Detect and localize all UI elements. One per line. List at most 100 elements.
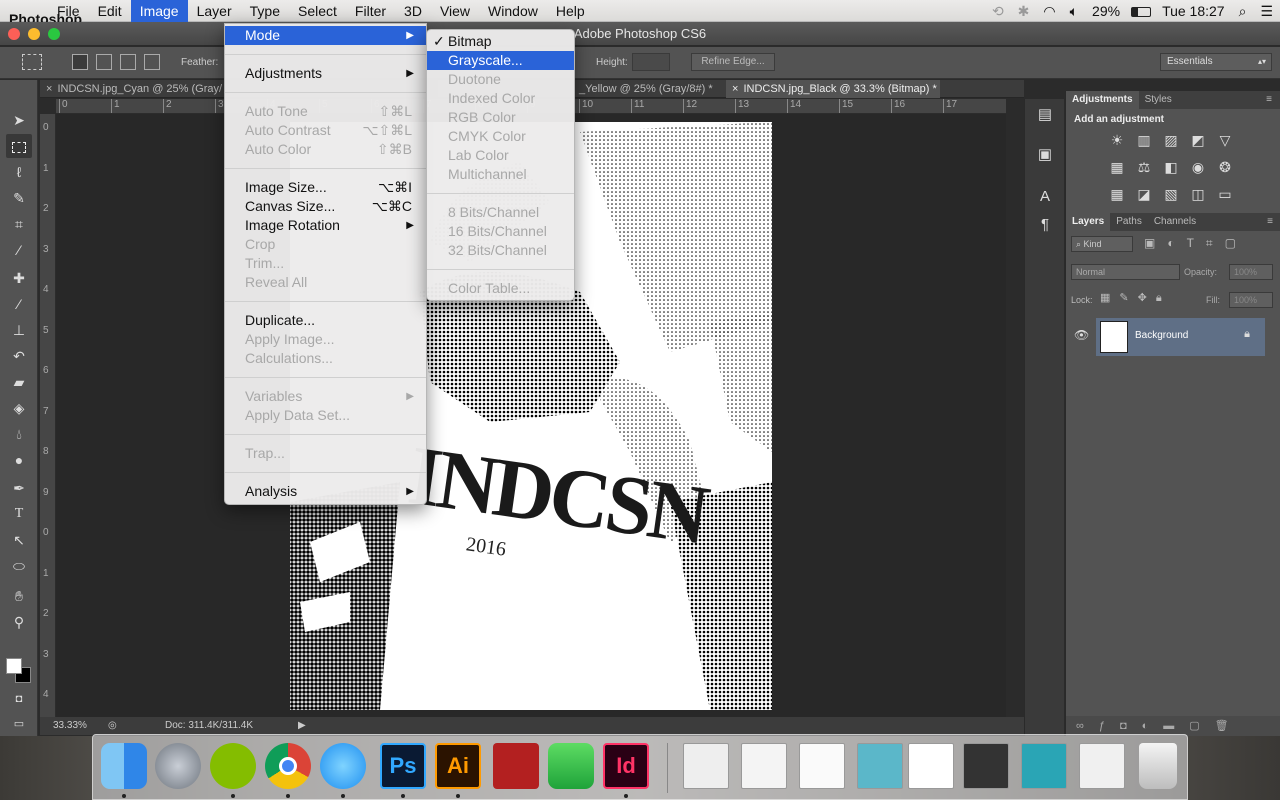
menu-filter[interactable]: Filter [346,0,395,22]
spotify-icon[interactable] [210,743,256,789]
crop-tool-icon[interactable]: ⌗ [6,212,32,236]
clock[interactable]: Tue 18:27 [1155,3,1232,19]
menu-help[interactable]: Help [547,0,594,22]
color-lookup-icon[interactable]: ▦ [1106,183,1128,205]
curves-icon[interactable]: ▨ [1160,129,1182,151]
menu-item-apply-image[interactable]: Apply Image... [225,330,426,349]
menu-item-16-bits[interactable]: 16 Bits/Channel [427,222,574,241]
invert-icon[interactable]: ◪ [1133,183,1155,205]
move-tool-icon[interactable]: ➤ [6,108,32,132]
doc-size[interactable]: Doc: 311.4K/311.4K [165,717,253,735]
menu-item-reveal-all[interactable]: Reveal All [225,273,426,292]
menu-item-duplicate[interactable]: Duplicate... [225,311,426,330]
menu-select[interactable]: Select [289,0,346,22]
history-brush-tool-icon[interactable]: ↶ [6,344,32,368]
minimized-window-thumbnail[interactable] [857,743,903,789]
facetime-icon[interactable] [548,743,594,789]
eyedropper-tool-icon[interactable]: ⁄ [6,238,32,262]
menu-item-bitmap[interactable]: ✓ Bitmap [427,32,574,51]
healing-brush-tool-icon[interactable]: ✚ [6,266,32,290]
menu-item-adjustments[interactable]: Adjustments ▶ [225,64,426,83]
ellipse-tool-icon[interactable]: ⬭ [6,554,32,578]
minimized-window-thumbnail[interactable] [1079,743,1125,789]
trash-icon[interactable] [1139,743,1177,789]
zoom-tool-icon[interactable]: ⚲ [6,610,32,634]
menu-type[interactable]: Type [241,0,289,22]
tab-paths[interactable]: Paths [1110,213,1148,231]
close-tab-icon[interactable]: × [732,83,738,95]
lock-icons[interactable]: ▦✎✥🔒︎ [1100,291,1171,305]
menu-item-color-table[interactable]: Color Table... [427,279,574,298]
menu-layer[interactable]: Layer [188,0,241,22]
hand-tool-icon[interactable]: ✋︎ [6,584,32,608]
workspace-select[interactable]: Essentials ▴▾ [1160,53,1272,71]
menu-item-variables[interactable]: Variables ▶ [225,387,426,406]
menu-item-trap[interactable]: Trap... [225,444,426,463]
eraser-tool-icon[interactable]: ▰ [6,370,32,394]
black-white-icon[interactable]: ◧ [1160,156,1182,178]
minimized-window-thumbnail[interactable] [799,743,845,789]
levels-icon[interactable]: ▥ [1133,129,1155,151]
marquee-tool-preset-icon[interactable] [22,54,42,70]
panel-menu-icon[interactable]: ≡ [1261,213,1279,231]
spotlight-icon[interactable]: ⌕ [1232,3,1254,20]
status-icon[interactable]: ◎ [108,717,117,735]
history-panel-icon[interactable]: ▤ [1035,105,1055,125]
channel-mixer-icon[interactable]: ❂ [1214,156,1236,178]
menu-item-cmyk-color[interactable]: CMYK Color [427,127,574,146]
indesign-icon[interactable]: Id [603,743,649,789]
menu-item-8-bits[interactable]: 8 Bits/Channel [427,203,574,222]
menu-3d[interactable]: 3D [395,0,431,22]
vibrance-icon[interactable]: ▽ [1214,129,1236,151]
quick-selection-tool-icon[interactable]: ✎ [6,186,32,210]
zoom-level[interactable]: 33.33% [53,717,87,735]
photo-filter-icon[interactable]: ◉ [1187,156,1209,178]
refine-edge-button[interactable]: Refine Edge... [691,53,775,71]
menu-item-image-size[interactable]: Image Size... ⌥⌘I [225,178,426,197]
height-field[interactable] [632,53,670,71]
lasso-tool-icon[interactable]: ℓ [6,160,32,184]
menu-item-canvas-size[interactable]: Canvas Size... ⌥⌘C [225,197,426,216]
notification-center-icon[interactable]: ☰ [1253,3,1280,20]
exposure-icon[interactable]: ◩ [1187,129,1209,151]
menu-item-apply-data-set[interactable]: Apply Data Set... [225,406,426,425]
blur-tool-icon[interactable]: 💧︎ [6,422,32,446]
menu-image[interactable]: Image [130,0,188,22]
battery-icon[interactable] [1127,3,1155,19]
menu-item-auto-tone[interactable]: Auto Tone ⇧⌘L [225,102,426,121]
chrome-icon[interactable] [265,743,311,789]
color-balance-icon[interactable]: ⚖ [1133,156,1155,178]
add-selection-icon[interactable] [96,54,112,70]
brightness-icon[interactable]: ☀ [1106,129,1128,151]
menu-item-rgb-color[interactable]: RGB Color [427,108,574,127]
path-selection-tool-icon[interactable]: ↖ [6,528,32,552]
minimized-window-thumbnail[interactable] [683,743,729,789]
tab-layers[interactable]: Layers [1066,213,1111,231]
menu-window[interactable]: Window [479,0,547,22]
paragraph-panel-icon[interactable]: ¶ [1035,215,1055,235]
foreground-color-swatch[interactable] [6,658,22,674]
minimized-window-thumbnail[interactable] [908,743,954,789]
pen-tool-icon[interactable]: ✒ [6,476,32,500]
menu-item-indexed-color[interactable]: Indexed Color [427,89,574,108]
character-panel-icon[interactable]: A [1035,187,1055,207]
threshold-icon[interactable]: ◫ [1187,183,1209,205]
tab-styles[interactable]: Styles [1139,91,1178,109]
layer-row-background[interactable]: Background 🔒︎ [1096,318,1265,356]
fill-field[interactable]: 100% [1229,292,1273,308]
menu-item-auto-contrast[interactable]: Auto Contrast ⌥⇧⌘L [225,121,426,140]
menu-item-multichannel[interactable]: Multichannel [427,165,574,184]
hue-saturation-icon[interactable]: ▦ [1106,156,1128,178]
menu-item-crop[interactable]: Crop [225,235,426,254]
menu-item-grayscale[interactable]: Grayscale... [427,51,574,70]
kind-filter[interactable]: ⌕ Kind [1071,236,1133,252]
visibility-eye-icon[interactable]: 👁︎ [1074,328,1089,342]
time-machine-icon[interactable]: ⟲ [985,3,1011,20]
menu-item-lab-color[interactable]: Lab Color [427,146,574,165]
minimized-window-thumbnail[interactable] [963,743,1009,789]
battery-percent[interactable]: 29% [1085,3,1127,19]
gradient-map-icon[interactable]: ▭ [1214,183,1236,205]
blend-mode-select[interactable]: Normal [1071,264,1180,280]
new-selection-icon[interactable] [72,54,88,70]
tab-cyan[interactable]: × INDCSN.jpg_Cyan @ 25% (Gray/ [40,80,226,98]
